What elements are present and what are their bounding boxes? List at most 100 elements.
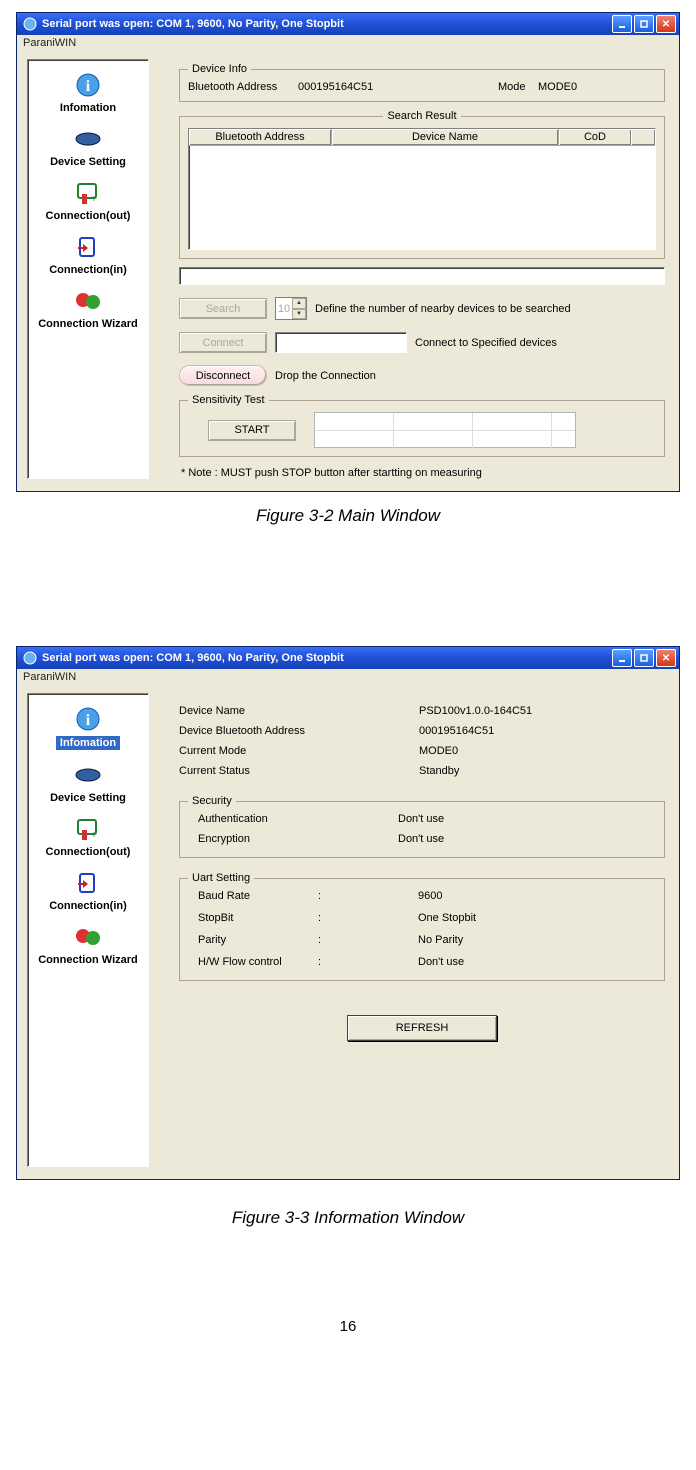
- spinner-up[interactable]: ▲: [292, 298, 306, 309]
- device-icon: [70, 760, 106, 790]
- sidebar-label: Connection(in): [49, 900, 127, 912]
- bt-address-value: 000195164C51: [298, 81, 408, 93]
- svg-text:+: +: [91, 194, 97, 205]
- page-number: 16: [16, 1318, 680, 1335]
- refresh-button[interactable]: REFRESH: [347, 1015, 497, 1041]
- col-device-name[interactable]: Device Name: [332, 129, 559, 145]
- wizard-icon: [70, 922, 106, 952]
- baud-label: Baud Rate: [188, 890, 318, 902]
- minimize-button[interactable]: [612, 15, 632, 33]
- device-name-value: PSD100v1.0.0-164C51: [419, 705, 532, 717]
- colon: :: [318, 934, 418, 946]
- search-button[interactable]: Search: [179, 298, 267, 319]
- window-title: Serial port was open: COM 1, 9600, No Pa…: [42, 652, 344, 664]
- sidebar-label: Device Setting: [50, 156, 126, 168]
- search-count-spinner[interactable]: 10 ▲ ▼: [275, 297, 307, 320]
- menu-bar[interactable]: ParaniWIN: [17, 35, 679, 53]
- sidebar-item-connection-in[interactable]: Connection(in): [28, 864, 148, 918]
- bt-address-label: Bluetooth Address: [188, 81, 288, 93]
- auth-label: Authentication: [188, 813, 398, 825]
- sidebar-item-information[interactable]: i Infomation: [28, 66, 148, 120]
- menu-bar[interactable]: ParaniWIN: [17, 669, 679, 687]
- parity-label: Parity: [188, 934, 318, 946]
- connection-in-icon: [70, 868, 106, 898]
- svg-text:i: i: [86, 78, 91, 95]
- sidebar-item-connection-out[interactable]: + Connection(out): [28, 174, 148, 228]
- connect-button[interactable]: Connect: [179, 332, 267, 353]
- main-window: Serial port was open: COM 1, 9600, No Pa…: [16, 12, 680, 492]
- connect-target-input[interactable]: [275, 332, 407, 353]
- disconnect-note: Drop the Connection: [275, 370, 376, 382]
- close-button[interactable]: ✕: [656, 15, 676, 33]
- app-icon: [23, 651, 37, 665]
- stopbit-label: StopBit: [188, 912, 318, 924]
- sensitivity-note: * Note : MUST push STOP button after sta…: [181, 467, 665, 479]
- sidebar-label: Device Setting: [50, 792, 126, 804]
- svg-text:+: +: [91, 830, 97, 841]
- device-name-label: Device Name: [179, 705, 419, 717]
- mode-label: Mode: [498, 81, 528, 93]
- search-result-group: Search Result Bluetooth Address Device N…: [179, 110, 665, 259]
- sidebar-item-device-setting[interactable]: Device Setting: [28, 120, 148, 174]
- spinner-value: 10: [276, 303, 292, 315]
- uart-legend: Uart Setting: [188, 872, 254, 884]
- connection-in-icon: [70, 232, 106, 262]
- info-icon: i: [70, 704, 106, 734]
- search-result-table[interactable]: Bluetooth Address Device Name CoD: [188, 128, 656, 250]
- connect-note: Connect to Specified devices: [415, 337, 557, 349]
- svg-text:i: i: [86, 712, 91, 729]
- sidebar-item-connection-out[interactable]: + Connection(out): [28, 810, 148, 864]
- info-icon: i: [70, 70, 106, 100]
- flow-label: H/W Flow control: [188, 956, 318, 968]
- device-icon: [70, 124, 106, 154]
- current-status-label: Current Status: [179, 765, 419, 777]
- mode-value: MODE0: [538, 81, 577, 93]
- maximize-button[interactable]: [634, 649, 654, 667]
- colon: :: [318, 912, 418, 924]
- sidebar: i Infomation Device Setting + Connection…: [27, 59, 149, 479]
- spinner-down[interactable]: ▼: [292, 309, 306, 320]
- security-legend: Security: [188, 795, 236, 807]
- maximize-button[interactable]: [634, 15, 654, 33]
- current-mode-value: MODE0: [419, 745, 458, 757]
- device-info-group: Device Info Bluetooth Address 000195164C…: [179, 63, 665, 102]
- sidebar-label: Infomation: [60, 102, 116, 114]
- sidebar-item-connection-wizard[interactable]: Connection Wizard: [28, 282, 148, 336]
- window-title: Serial port was open: COM 1, 9600, No Pa…: [42, 18, 344, 30]
- encryption-value: Don't use: [398, 833, 444, 845]
- flow-value: Don't use: [418, 956, 464, 968]
- sidebar-label: Connection Wizard: [38, 318, 138, 330]
- sidebar-label: Connection(out): [46, 210, 131, 222]
- encryption-label: Encryption: [188, 833, 398, 845]
- bt-address-value: 000195164C51: [419, 725, 494, 737]
- titlebar: Serial port was open: COM 1, 9600, No Pa…: [17, 647, 679, 669]
- connection-out-icon: +: [70, 814, 106, 844]
- search-result-legend: Search Result: [383, 110, 460, 122]
- sidebar-item-information[interactable]: i Infomation: [28, 700, 148, 756]
- device-info-legend: Device Info: [188, 63, 251, 75]
- current-status-value: Standby: [419, 765, 459, 777]
- auth-value: Don't use: [398, 813, 444, 825]
- titlebar: Serial port was open: COM 1, 9600, No Pa…: [17, 13, 679, 35]
- col-bt-address[interactable]: Bluetooth Address: [189, 129, 332, 145]
- security-group: Security AuthenticationDon't use Encrypt…: [179, 795, 665, 858]
- col-spacer: [631, 129, 655, 145]
- start-button[interactable]: START: [208, 420, 296, 441]
- sidebar-item-connection-wizard[interactable]: Connection Wizard: [28, 918, 148, 972]
- connection-out-icon: +: [70, 178, 106, 208]
- stopbit-value: One Stopbit: [418, 912, 476, 924]
- sidebar-label: Connection Wizard: [38, 954, 138, 966]
- wizard-icon: [70, 286, 106, 316]
- close-button[interactable]: ✕: [656, 649, 676, 667]
- minimize-button[interactable]: [612, 649, 632, 667]
- status-strip: [179, 267, 665, 285]
- baud-value: 9600: [418, 890, 442, 902]
- sidebar-item-device-setting[interactable]: Device Setting: [28, 756, 148, 810]
- sensitivity-test-group: Sensitivity Test START: [179, 394, 665, 457]
- colon: :: [318, 956, 418, 968]
- colon: :: [318, 890, 418, 902]
- sidebar-item-connection-in[interactable]: Connection(in): [28, 228, 148, 282]
- col-cod[interactable]: CoD: [559, 129, 631, 145]
- bt-address-label: Device Bluetooth Address: [179, 725, 419, 737]
- disconnect-button[interactable]: Disconnect: [179, 365, 267, 386]
